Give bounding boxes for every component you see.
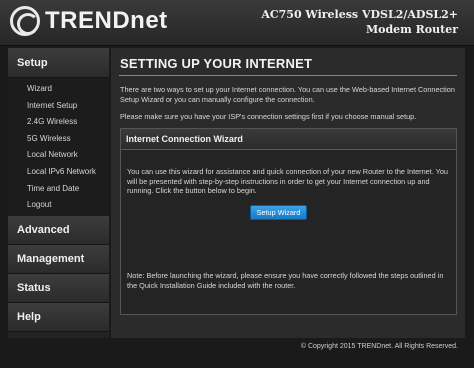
nav-item-24g-wireless[interactable]: 2.4G Wireless [8,114,109,131]
nav-section-advanced[interactable]: Advanced [8,215,109,245]
header-bar: TRENDnet AC750 Wireless VDSL2/ADSL2+ Mod… [0,0,474,46]
model-line-2: Modem Router [365,23,458,36]
trendnet-logo: TRENDnet [10,6,168,36]
nav-item-time-and-date[interactable]: Time and Date [8,181,109,198]
nav-item-local-ipv6-network[interactable]: Local IPv6 Network [8,164,109,181]
wizard-description: You can use this wizard for assistance a… [127,167,448,196]
main-content: SETTING UP YOUR INTERNET There are two w… [111,48,465,338]
copyright-text: © Copyright 2015 TRENDnet. All Rights Re… [300,343,458,350]
nav-item-internet-setup[interactable]: Internet Setup [8,98,109,115]
nav-section-status[interactable]: Status [8,273,109,303]
nav-section-setup[interactable]: Setup [8,48,109,78]
sidebar-nav: Setup Wizard Internet Setup 2.4G Wireles… [8,48,109,338]
setup-wizard-button[interactable]: Setup Wizard [250,205,307,220]
wizard-panel-title: Internet Connection Wizard [121,129,456,150]
trendnet-logo-icon [10,6,40,36]
model-name: AC750 Wireless VDSL2/ADSL2+ Modem Router [261,7,458,37]
page-title: SETTING UP YOUR INTERNET [120,56,313,71]
wizard-note: Note: Before launching the wizard, pleas… [127,271,444,290]
nav-item-local-network[interactable]: Local Network [8,147,109,164]
isp-settings-note: Please make sure you have your ISP's con… [120,112,417,121]
nav-item-wizard[interactable]: Wizard [8,81,109,98]
nav-section-help[interactable]: Help [8,302,109,332]
nav-section-management[interactable]: Management [8,244,109,274]
nav-item-logout[interactable]: Logout [8,197,109,214]
title-divider [119,75,457,76]
intro-text: There are two ways to set up your Intern… [120,85,455,104]
brand-name: TRENDnet [45,7,168,34]
wizard-panel: Internet Connection Wizard You can use t… [120,128,457,315]
nav-item-5g-wireless[interactable]: 5G Wireless [8,131,109,148]
setup-submenu: Wizard Internet Setup 2.4G Wireless 5G W… [8,78,109,216]
model-line-1: AC750 Wireless VDSL2/ADSL2+ [261,8,458,21]
